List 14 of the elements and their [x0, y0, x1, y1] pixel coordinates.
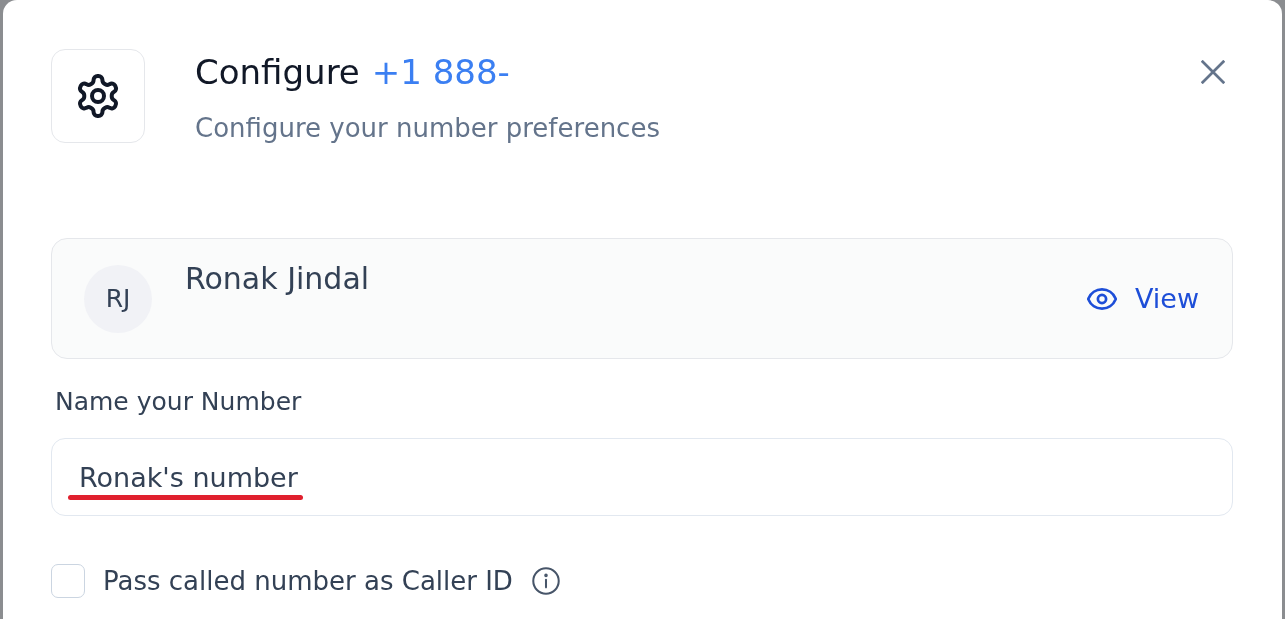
dialog-subtitle: Configure your number preferences [195, 112, 660, 144]
checkbox[interactable] [51, 564, 85, 598]
name-input[interactable]: Ronak's number [51, 438, 1233, 516]
eye-icon[interactable] [1086, 287, 1117, 310]
phone-number: +1 888- [371, 52, 510, 92]
close-button[interactable] [1201, 60, 1225, 84]
avatar: RJ [84, 264, 152, 333]
user-name: Ronak Jindal [185, 261, 370, 297]
dialog-title: Configure [195, 52, 360, 92]
checkbox-label: Pass called number as Caller ID [103, 565, 513, 597]
view-button[interactable]: View [1086, 282, 1199, 315]
info-icon[interactable] [531, 567, 560, 595]
settings-icon [51, 49, 145, 143]
field-label: Name your Number [55, 387, 302, 417]
